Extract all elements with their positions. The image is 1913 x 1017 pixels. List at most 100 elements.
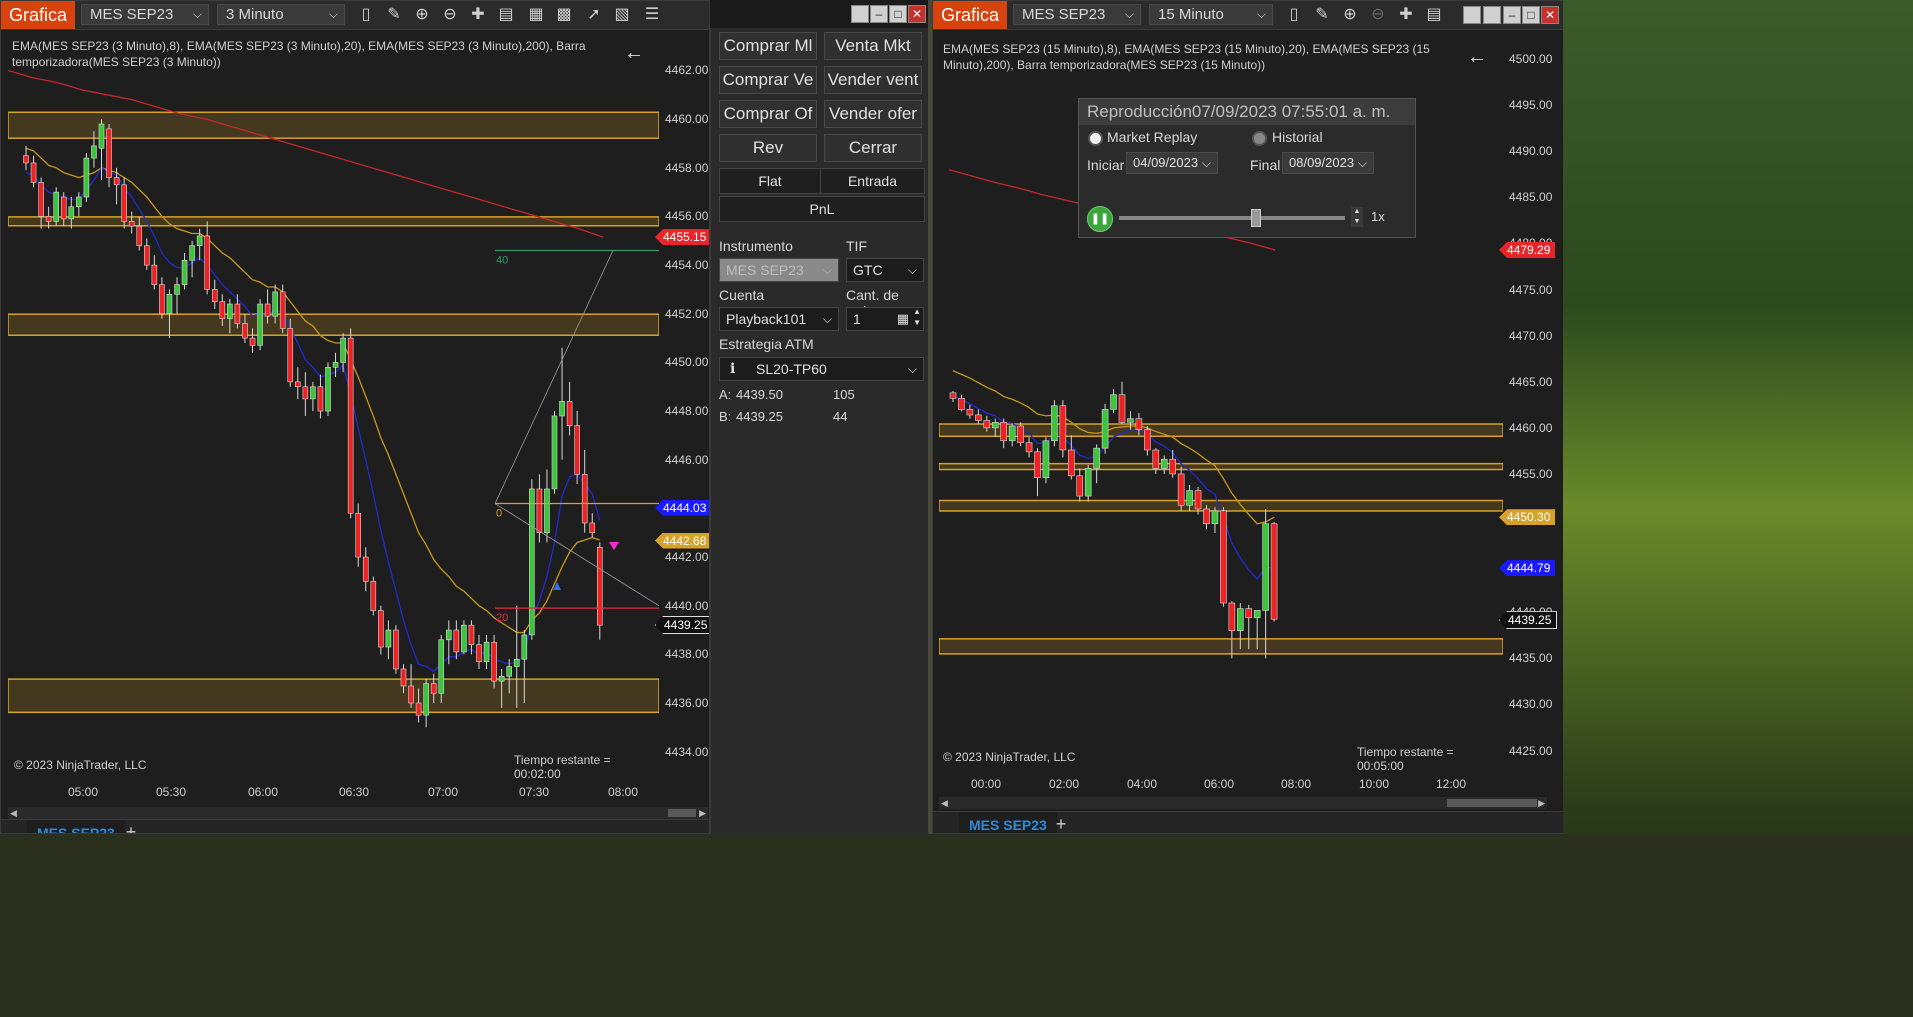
left-instrument-select[interactable]: MES SEP23 ⌵ — [81, 4, 209, 25]
zoom-in-icon[interactable]: ⊕ — [1339, 5, 1361, 25]
crosshair-icon[interactable]: ✚ — [1395, 5, 1417, 25]
properties-icon[interactable]: ▦ — [525, 5, 547, 25]
left-window-title: Grafica — [1, 1, 76, 29]
zoom-out-icon[interactable]: ⊖ — [1367, 5, 1389, 25]
bar-type-icon[interactable]: ▯ — [1283, 5, 1305, 25]
candle-up — [196, 235, 203, 246]
start-date-picker[interactable]: 04/09/2023 ⌵ — [1126, 152, 1218, 174]
chevron-down-icon: ⌵ — [1201, 156, 1211, 170]
sell-bid-button[interactable]: Vender ofer — [824, 100, 922, 128]
left-time-axis[interactable]: 05:00 05:30 06:00 06:30 07:00 07:30 08:00 — [8, 777, 659, 805]
left-timeframe-select[interactable]: 3 Minuto ⌵ — [217, 4, 345, 25]
time-tick-label: 05:00 — [68, 785, 99, 799]
left-close-button[interactable]: ✕ — [908, 5, 926, 23]
time-tick-label: 06:30 — [339, 785, 370, 799]
draw-pencil-icon[interactable]: ✎ — [383, 5, 405, 25]
candle-up — [461, 624, 467, 653]
left-scroll-left-icon[interactable]: ◀ — [10, 808, 17, 819]
left-scroll-thumb[interactable] — [668, 809, 696, 817]
bar-type-icon[interactable]: ▯ — [355, 5, 377, 25]
templates-icon[interactable]: ▧ — [611, 5, 633, 25]
left-price-axis[interactable]: 4462.00 4460.00 4458.00 4456.00 4454.00 4452.… — [655, 34, 709, 776]
speed-stepper-icon[interactable]: ▲ ▼ — [1351, 207, 1363, 227]
historial-label[interactable]: Historial — [1272, 129, 1323, 145]
price-tick-label: 4460.00 — [1509, 420, 1553, 435]
left-chart-plot[interactable]: 40 0 20 EMA(MES SEP23 (3 Minuto),8), EMA(M… — [8, 34, 659, 781]
price-tick-label: 4440.00 — [665, 598, 709, 613]
historial-radio[interactable] — [1252, 131, 1267, 146]
fib-label: 0 — [496, 508, 502, 520]
calculator-icon[interactable]: ▦ — [897, 308, 909, 330]
draw-pencil-icon[interactable]: ✎ — [1311, 5, 1333, 25]
account-select[interactable]: Playback101 ⌵ — [719, 307, 839, 331]
playback-slider-thumb[interactable] — [1250, 209, 1261, 227]
pause-button[interactable]: ❚❚ — [1087, 206, 1113, 232]
price-tick-label: 4452.00 — [665, 306, 709, 321]
right-snap-button[interactable] — [1463, 6, 1481, 24]
left-restore-button[interactable] — [851, 5, 869, 23]
right-scroll-right-icon[interactable]: ▶ — [1538, 798, 1545, 809]
candle-down — [958, 398, 965, 410]
right-scroll-thumb[interactable] — [1447, 799, 1537, 807]
menu-icon[interactable]: ☰ — [641, 5, 663, 25]
left-horizontal-scrollbar[interactable]: ◀ ▶ — [8, 807, 708, 819]
zoom-out-icon[interactable]: ⊖ — [439, 5, 461, 25]
strategies-icon[interactable]: ➚ — [583, 5, 605, 25]
price-tick-label: 4490.00 — [1509, 144, 1553, 159]
data-box-icon[interactable]: ▤ — [495, 5, 517, 25]
time-tick-label: 04:00 — [1127, 777, 1158, 791]
candle-up — [1236, 608, 1244, 631]
flat-status: Flat — [719, 168, 821, 194]
data-box-icon[interactable]: ▤ — [1423, 5, 1445, 25]
close-position-button[interactable]: Cerrar — [824, 134, 922, 162]
left-tab-mes[interactable]: MES SEP23 — [27, 820, 125, 833]
quantity-stepper[interactable]: 1 ▦ ▲ ▼ — [846, 307, 924, 331]
left-minimize-button[interactable]: – — [870, 5, 888, 23]
right-instrument-select[interactable]: MES SEP23 ⌵ — [1013, 4, 1141, 25]
candle-down — [1000, 422, 1008, 442]
chevron-down-icon: ⌵ — [192, 7, 202, 21]
add-tab-icon[interactable]: + — [121, 822, 141, 833]
sell-ask-button[interactable]: Vender vent — [824, 66, 922, 94]
quantity-value: 1 — [853, 311, 861, 327]
candle-up — [544, 488, 550, 534]
zoom-in-icon[interactable]: ⊕ — [411, 5, 433, 25]
bid-price: 4439.25 — [736, 409, 783, 424]
right-restore-button[interactable] — [1483, 6, 1501, 24]
playback-speed-slider[interactable] — [1119, 209, 1345, 227]
atm-strategy-select[interactable]: i SL20-TP60 ⌵ — [719, 357, 924, 381]
left-scroll-right-icon[interactable]: ▶ — [699, 808, 706, 819]
back-arrow-icon[interactable]: ← — [624, 42, 644, 65]
right-timeframe-select[interactable]: 15 Minuto ⌵ — [1149, 4, 1273, 25]
add-tab-icon[interactable]: + — [1051, 814, 1071, 833]
right-close-button[interactable]: ✕ — [1541, 6, 1559, 24]
stepper-arrows-icon[interactable]: ▲ ▼ — [913, 306, 921, 328]
crosshair-icon[interactable]: ✚ — [467, 5, 489, 25]
right-chart-legend: EMA(MES SEP23 (15 Minuto),8), EMA(MES SE… — [943, 42, 1430, 72]
buy-ask-button[interactable]: Comprar Ve — [719, 66, 817, 94]
end-date-picker[interactable]: 08/09/2023 ⌵ — [1282, 152, 1374, 174]
reverse-button[interactable]: Rev — [719, 134, 817, 162]
market-replay-label[interactable]: Market Replay — [1107, 129, 1197, 145]
ema200-line — [8, 69, 604, 238]
right-time-axis[interactable]: 00:00 02:00 04:00 06:00 08:00 10:00 12:00 — [939, 769, 1503, 797]
tif-select[interactable]: GTC ⌵ — [846, 258, 924, 282]
tif-value: GTC — [853, 262, 883, 278]
right-tab-mes[interactable]: MES SEP23 — [959, 812, 1057, 833]
left-maximize-button[interactable]: □ — [889, 5, 907, 23]
candle-up — [1160, 458, 1168, 469]
info-icon[interactable]: i — [730, 358, 735, 380]
back-arrow-icon[interactable]: ← — [1467, 46, 1487, 69]
buy-bid-button[interactable]: Comprar Of — [719, 100, 817, 128]
right-minimize-button[interactable]: – — [1503, 6, 1521, 24]
sell-market-button[interactable]: Venta Mkt — [824, 32, 922, 60]
buy-market-button[interactable]: Comprar Ml — [719, 32, 817, 60]
fib-label: 40 — [496, 255, 508, 267]
right-scroll-left-icon[interactable]: ◀ — [941, 798, 948, 809]
right-maximize-button[interactable]: □ — [1522, 6, 1540, 24]
market-replay-radio[interactable] — [1088, 131, 1103, 146]
right-price-axis[interactable]: 4500.004495.004490.004485.004480.004475.… — [1499, 36, 1565, 769]
right-horizontal-scrollbar[interactable]: ◀ ▶ — [939, 797, 1547, 809]
indicators-icon[interactable]: ▩ — [553, 5, 575, 25]
candle-down — [468, 624, 475, 645]
